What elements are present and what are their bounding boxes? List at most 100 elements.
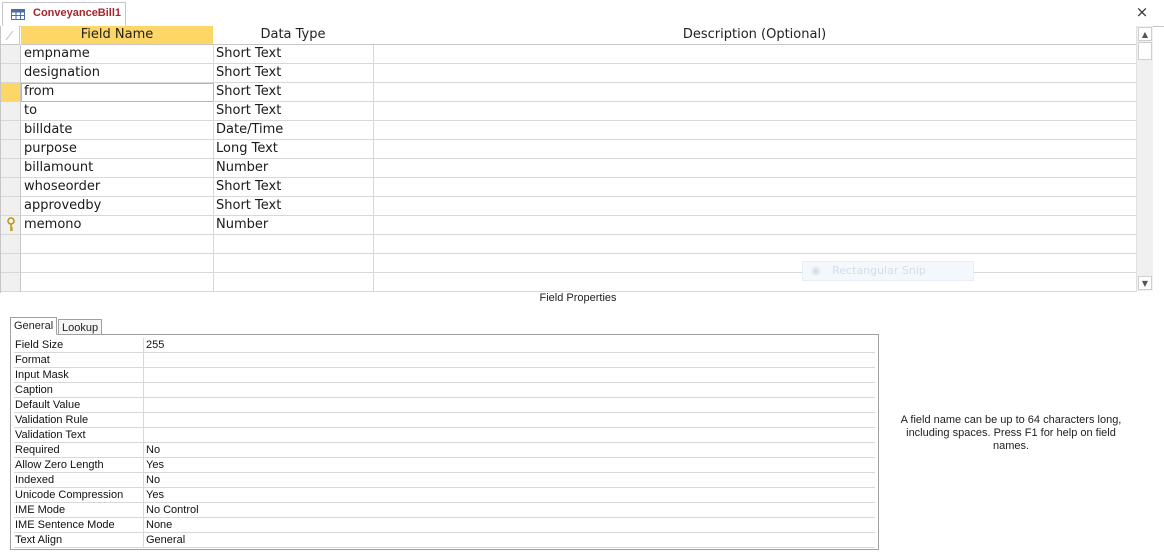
row-selector[interactable] — [1, 140, 21, 159]
property-value[interactable]: No — [146, 443, 160, 457]
property-row[interactable]: Indexed No — [14, 473, 875, 488]
field-row[interactable]: designation Short Text — [1, 64, 1137, 83]
property-value[interactable]: Yes — [146, 488, 164, 502]
row-selector[interactable] — [1, 45, 21, 64]
field-row[interactable]: billdate Date/Time — [1, 121, 1137, 140]
description-cell[interactable] — [373, 159, 1137, 178]
description-cell[interactable] — [373, 45, 1137, 64]
field-name-cell[interactable]: billamount — [21, 159, 214, 178]
data-type-cell[interactable] — [213, 254, 374, 273]
data-type-cell[interactable]: Short Text — [213, 83, 374, 102]
field-row[interactable]: empname Short Text — [1, 45, 1137, 64]
description-cell[interactable] — [373, 254, 1137, 273]
tab-lookup[interactable]: Lookup — [58, 319, 103, 335]
description-cell[interactable] — [373, 216, 1137, 235]
data-type-cell[interactable]: Date/Time — [213, 121, 374, 140]
field-name-cell[interactable]: designation — [21, 64, 214, 83]
column-header-field-name[interactable]: Field Name — [21, 26, 214, 45]
scroll-thumb[interactable] — [1138, 42, 1152, 60]
property-label: Caption — [14, 383, 144, 397]
property-row[interactable]: Validation Rule — [14, 413, 875, 428]
description-cell[interactable] — [373, 273, 1137, 292]
property-value[interactable]: General — [146, 533, 185, 547]
property-row[interactable]: Validation Text — [14, 428, 875, 443]
description-cell[interactable] — [373, 140, 1137, 159]
property-row[interactable]: IME Mode No Control — [14, 503, 875, 518]
close-icon[interactable]: × — [1134, 4, 1150, 20]
vertical-scrollbar[interactable]: ▲ ▼ — [1136, 26, 1153, 291]
row-selector[interactable] — [1, 121, 21, 140]
property-value[interactable]: None — [146, 518, 172, 532]
field-row[interactable]: purpose Long Text — [1, 140, 1137, 159]
scroll-down-icon[interactable]: ▼ — [1138, 276, 1152, 290]
property-row[interactable]: Unicode Compression Yes — [14, 488, 875, 503]
field-row[interactable]: from Short Text — [1, 83, 1137, 102]
row-selector[interactable] — [1, 159, 21, 178]
data-type-cell[interactable]: Short Text — [213, 45, 374, 64]
property-value[interactable]: No Control — [146, 503, 199, 517]
data-type-cell[interactable]: Number — [213, 159, 374, 178]
property-row[interactable]: Caption — [14, 383, 875, 398]
property-value[interactable]: Yes — [146, 458, 164, 472]
property-value[interactable]: 255 — [146, 338, 164, 352]
field-name-cell[interactable]: whoseorder — [21, 178, 214, 197]
tab-general[interactable]: General — [10, 317, 58, 335]
property-row[interactable]: Default Value — [14, 398, 875, 413]
row-selector[interactable] — [1, 197, 21, 216]
property-row[interactable]: Text Align General — [14, 533, 875, 548]
row-selector[interactable] — [1, 178, 21, 197]
field-row[interactable]: to Short Text — [1, 102, 1137, 121]
document-tab-strip — [0, 0, 1164, 27]
property-row[interactable]: Required No — [14, 443, 875, 458]
property-row[interactable]: Allow Zero Length Yes — [14, 458, 875, 473]
row-selector[interactable] — [1, 102, 21, 121]
field-name-cell[interactable] — [21, 273, 214, 292]
data-type-cell[interactable] — [213, 273, 374, 292]
field-name-cell[interactable]: from — [21, 83, 214, 102]
property-value[interactable]: No — [146, 473, 160, 487]
empty-field-row[interactable] — [1, 235, 1137, 254]
data-type-cell[interactable]: Number — [213, 216, 374, 235]
column-header-description[interactable]: Description (Optional) — [373, 26, 1137, 45]
field-row[interactable]: memono Number — [1, 216, 1137, 235]
property-row[interactable]: Format — [14, 353, 875, 368]
field-name-cell[interactable]: to — [21, 102, 214, 121]
field-name-cell[interactable]: billdate — [21, 121, 214, 140]
field-name-cell[interactable] — [21, 235, 214, 254]
row-selector[interactable] — [1, 83, 21, 102]
row-selector[interactable] — [1, 235, 21, 254]
data-type-cell[interactable]: Short Text — [213, 178, 374, 197]
description-cell[interactable] — [373, 235, 1137, 254]
field-row[interactable]: approvedby Short Text — [1, 197, 1137, 216]
description-cell[interactable] — [373, 64, 1137, 83]
data-type-cell[interactable]: Short Text — [213, 102, 374, 121]
property-row[interactable]: Input Mask — [14, 368, 875, 383]
data-type-cell[interactable] — [213, 235, 374, 254]
document-tab[interactable]: ConveyanceBill1 — [2, 2, 126, 26]
field-name-cell[interactable]: purpose — [21, 140, 214, 159]
row-selector[interactable] — [1, 64, 21, 83]
description-cell[interactable] — [373, 83, 1137, 102]
field-name-cell[interactable]: empname — [21, 45, 214, 64]
row-selector[interactable] — [1, 216, 21, 235]
data-type-cell[interactable]: Short Text — [213, 197, 374, 216]
data-type-cell[interactable]: Short Text — [213, 64, 374, 83]
property-label: Format — [14, 353, 144, 367]
field-name-cell[interactable]: approvedby — [21, 197, 214, 216]
field-row[interactable]: billamount Number — [1, 159, 1137, 178]
description-cell[interactable] — [373, 102, 1137, 121]
description-cell[interactable] — [373, 121, 1137, 140]
column-header-data-type[interactable]: Data Type — [213, 26, 374, 45]
scroll-up-icon[interactable]: ▲ — [1138, 27, 1152, 41]
property-row[interactable]: Field Size 255 — [14, 338, 875, 353]
field-name-cell[interactable] — [21, 254, 214, 273]
property-row[interactable]: IME Sentence Mode None — [14, 518, 875, 533]
field-row[interactable]: whoseorder Short Text — [1, 178, 1137, 197]
field-name-cell[interactable]: memono — [21, 216, 214, 235]
description-cell[interactable] — [373, 197, 1137, 216]
property-label: Validation Rule — [14, 413, 144, 427]
row-selector[interactable] — [1, 273, 21, 292]
description-cell[interactable] — [373, 178, 1137, 197]
row-selector[interactable] — [1, 254, 21, 273]
data-type-cell[interactable]: Long Text — [213, 140, 374, 159]
